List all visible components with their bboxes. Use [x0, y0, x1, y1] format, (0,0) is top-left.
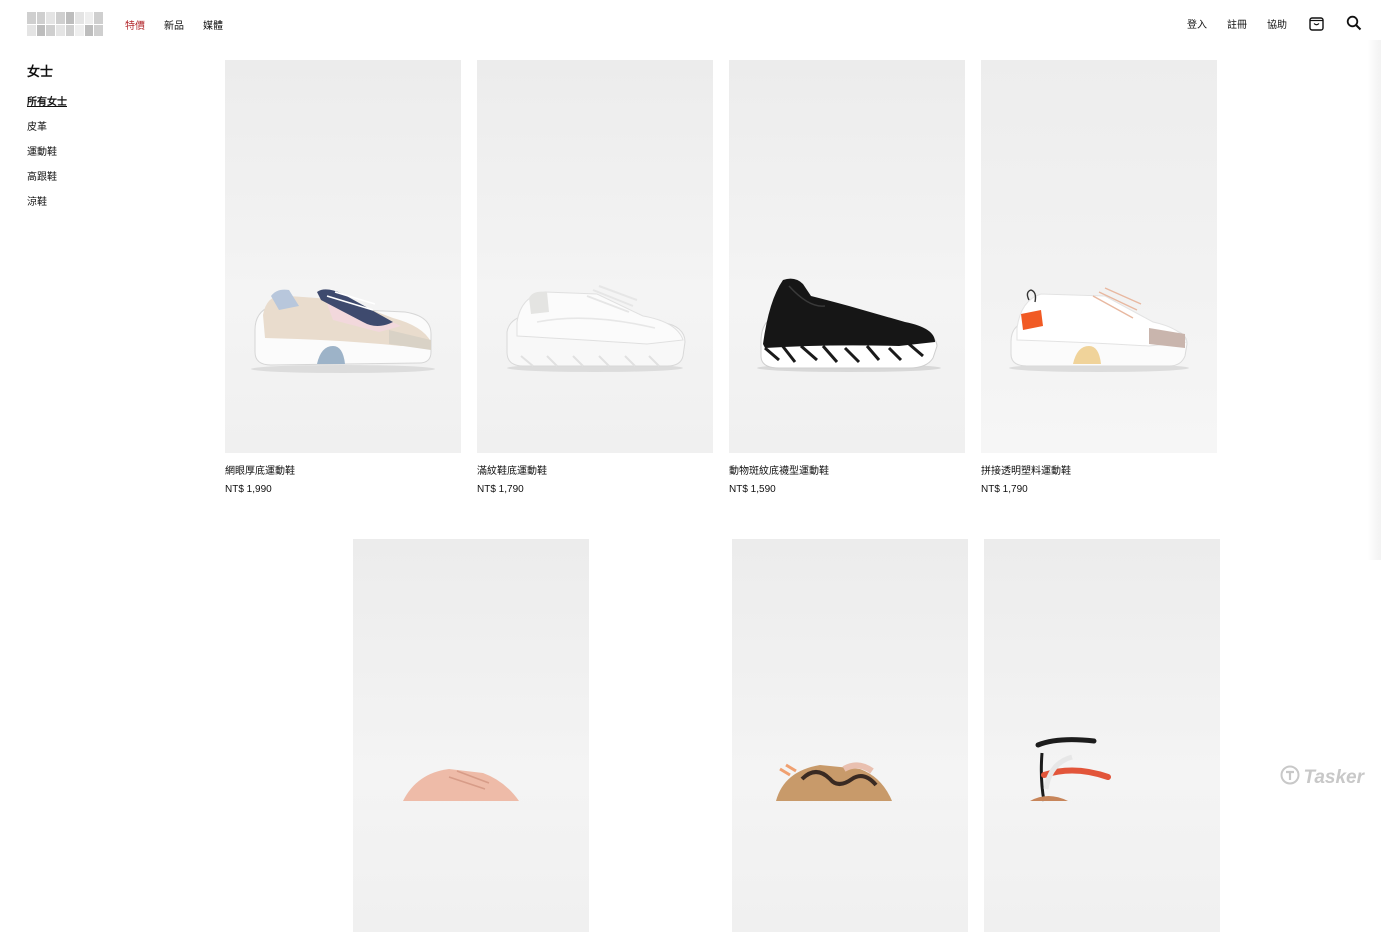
page-edge-shadow [1367, 40, 1381, 560]
product-card[interactable]: 動物斑紋底襪型運動鞋 NT$ 1,590 [729, 60, 965, 495]
register-link[interactable]: 註冊 [1227, 16, 1247, 31]
product-image[interactable] [984, 539, 1220, 932]
product-price: NT$ 1,790 [981, 484, 1028, 495]
product-name[interactable]: 拼接透明塑料運動鞋 [981, 462, 1217, 477]
account-nav: 登入 註冊 協助 [1187, 14, 1363, 32]
product-image[interactable] [981, 60, 1217, 453]
shopping-bag-icon[interactable] [1307, 14, 1325, 32]
sidebar-heading: 女士 [27, 64, 54, 79]
nav-media[interactable]: 媒體 [203, 17, 223, 32]
product-card[interactable] [984, 539, 1220, 932]
sidebar-item-all-women[interactable]: 所有女士 [27, 93, 67, 118]
sidebar-item-leather[interactable]: 皮革 [27, 118, 67, 143]
product-name[interactable]: 滿紋鞋底運動鞋 [477, 462, 713, 477]
watermark-text: Tasker [1303, 767, 1364, 788]
product-image[interactable] [732, 539, 968, 932]
product-card[interactable] [353, 539, 589, 932]
product-image[interactable] [729, 60, 965, 453]
watermark: Tasker [1280, 765, 1364, 791]
product-image[interactable] [225, 60, 461, 453]
top-nav: 特價 新品 媒體 [125, 17, 223, 32]
category-sidebar: 女士 所有女士 皮革 運動鞋 高跟鞋 涼鞋 [27, 61, 67, 218]
tasker-logo-icon [1280, 765, 1300, 791]
product-card[interactable]: 網眼厚底運動鞋 NT$ 1,990 [225, 60, 461, 495]
product-name[interactable]: 動物斑紋底襪型運動鞋 [729, 462, 965, 477]
product-image[interactable] [353, 539, 589, 932]
sidebar-item-heels[interactable]: 高跟鞋 [27, 168, 67, 193]
sidebar-item-sandals[interactable]: 涼鞋 [27, 193, 67, 218]
login-link[interactable]: 登入 [1187, 16, 1207, 31]
product-image[interactable] [477, 60, 713, 453]
sidebar-item-sneakers[interactable]: 運動鞋 [27, 143, 67, 168]
product-card[interactable]: 滿紋鞋底運動鞋 NT$ 1,790 [477, 60, 713, 495]
help-link[interactable]: 協助 [1267, 16, 1287, 31]
brand-logo[interactable] [27, 12, 103, 36]
product-price: NT$ 1,790 [477, 484, 524, 495]
search-icon[interactable] [1345, 14, 1363, 32]
product-card[interactable]: 拼接透明塑料運動鞋 NT$ 1,790 [981, 60, 1217, 495]
product-name[interactable]: 網眼厚底運動鞋 [225, 462, 461, 477]
product-price: NT$ 1,990 [225, 484, 272, 495]
product-card[interactable] [732, 539, 968, 932]
nav-sale[interactable]: 特價 [125, 17, 145, 32]
nav-new-arrivals[interactable]: 新品 [164, 17, 184, 32]
product-price: NT$ 1,590 [729, 484, 776, 495]
